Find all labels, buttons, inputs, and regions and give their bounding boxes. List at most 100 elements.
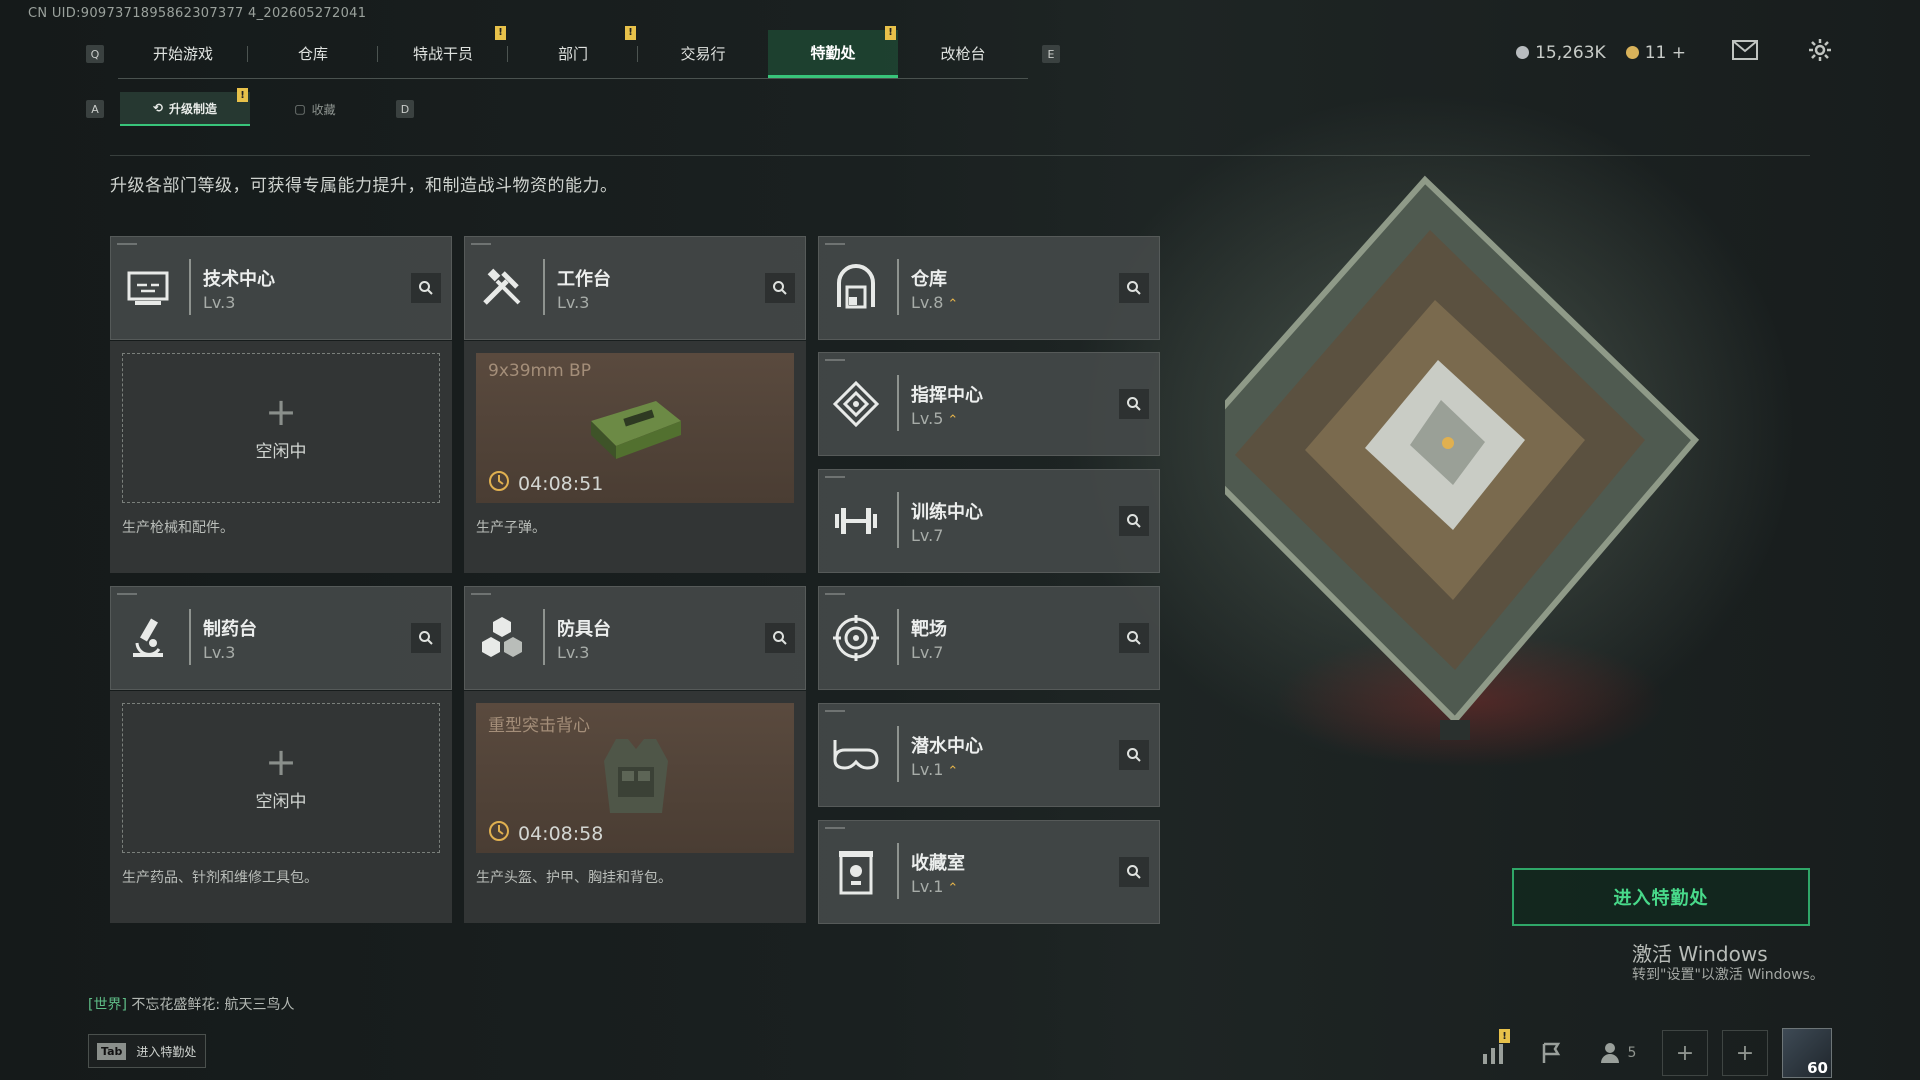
search-icon[interactable] xyxy=(411,273,441,303)
tab-operators[interactable]: 特战干员! xyxy=(378,25,508,78)
card-corner-mark xyxy=(117,593,137,595)
idle-label: 空闲中 xyxy=(255,441,307,462)
production-item[interactable]: 9x39mm BP 04:08:51 xyxy=(476,353,794,503)
dept-card-diving-center[interactable]: 潜水中心 Lv.1 ⌃ xyxy=(818,703,1160,807)
gold-currency[interactable]: 11 + xyxy=(1625,43,1686,63)
idle-label: 空闲中 xyxy=(255,791,307,812)
dept-card-training-center[interactable]: 训练中心 Lv.7 xyxy=(818,469,1160,573)
top-nav: Q 开始游戏 仓库 特战干员! 部门! 交易行 特勤处! 改枪台 E xyxy=(86,25,1060,79)
tab-gunsmith[interactable]: 改枪台 xyxy=(898,30,1028,78)
search-icon[interactable] xyxy=(1119,740,1149,770)
subnav-tabs: ⟲ 升级制造 ! ▢ 收藏 xyxy=(120,88,380,126)
dept-card-collection-room[interactable]: 收藏室 Lv.1 ⌃ xyxy=(818,820,1160,924)
search-icon[interactable] xyxy=(1119,857,1149,887)
card-corner-mark xyxy=(825,710,845,712)
tab-department[interactable]: 部门! xyxy=(508,25,638,78)
tab-special-ops[interactable]: 特勤处! xyxy=(768,25,898,78)
item-name: 9x39mm BP xyxy=(488,361,591,381)
production-slot-armor-bench[interactable]: 重型突击背心 04:08:58 生产头盔、护甲、胸挂和背包。 xyxy=(464,691,806,923)
dept-name: 收藏室 xyxy=(911,853,965,874)
dept-name: 潜水中心 xyxy=(911,736,983,757)
tab-warehouse[interactable]: 仓库 xyxy=(248,30,378,78)
card-divider xyxy=(897,492,899,548)
upgrade-icon: ⟲ xyxy=(152,101,164,115)
card-corner-mark xyxy=(117,243,137,245)
dept-card-pharmacy[interactable]: 制药台 Lv.3 xyxy=(110,586,452,690)
dept-card-storage[interactable]: 仓库 Lv.8 ⌃ xyxy=(818,236,1160,340)
silver-currency: 15,263K xyxy=(1516,43,1606,63)
gold-coin-icon xyxy=(1625,45,1639,59)
nav-tabs: 开始游戏 仓库 特战干员! 部门! 交易行 特勤处! 改枪台 xyxy=(118,25,1028,79)
storage-icon xyxy=(831,263,881,313)
notification-badge: ! xyxy=(1499,1029,1510,1043)
dept-card-shooting-range[interactable]: 靶场 Lv.7 xyxy=(818,586,1160,690)
tab-hint-button[interactable]: Tab 进入特勤处 xyxy=(88,1034,206,1068)
production-item[interactable]: 重型突击背心 04:08:58 xyxy=(476,703,794,853)
facility-cube-illustration xyxy=(1225,175,1700,740)
tab-start-game[interactable]: 开始游戏 xyxy=(118,30,248,78)
search-icon[interactable] xyxy=(1119,506,1149,536)
player-avatar[interactable]: 60 xyxy=(1782,1028,1832,1078)
production-timer: 04:08:51 xyxy=(488,470,603,497)
card-divider xyxy=(897,726,899,782)
chat-message[interactable]: [世界] 不忘花盛鲜花: 航天三鸟人 xyxy=(88,994,295,1014)
dept-card-armor-bench[interactable]: 防具台 Lv.3 xyxy=(464,586,806,690)
upgrade-available-icon: ⌃ xyxy=(947,764,959,779)
subnav-next-key[interactable]: D xyxy=(396,100,414,118)
add-party-slot-icon[interactable]: + xyxy=(1662,1030,1708,1076)
production-slot-tech-center[interactable]: + 空闲中 生产枪械和配件。 xyxy=(110,341,452,573)
dept-card-tech-center[interactable]: 技术中心 Lv.3 xyxy=(110,236,452,340)
search-icon[interactable] xyxy=(1119,623,1149,653)
dept-name: 靶场 xyxy=(911,619,947,640)
dept-level: Lv.1 ⌃ xyxy=(911,760,959,779)
chat-text: 不忘花盛鲜花: 航天三鸟人 xyxy=(131,997,295,1013)
tools-icon xyxy=(477,263,527,313)
idle-slot[interactable]: + 空闲中 xyxy=(122,353,440,503)
production-slot-workbench[interactable]: 9x39mm BP 04:08:51 生产子弹。 xyxy=(464,341,806,573)
flag-icon[interactable] xyxy=(1530,1031,1574,1075)
search-icon[interactable] xyxy=(1119,389,1149,419)
add-party-slot-icon[interactable]: + xyxy=(1722,1030,1768,1076)
card-divider xyxy=(897,609,899,665)
collection-icon: ▢ xyxy=(294,102,306,116)
subnav-prev-key[interactable]: A xyxy=(86,100,104,118)
friends-icon[interactable]: 5 xyxy=(1588,1031,1648,1075)
card-corner-mark xyxy=(825,359,845,361)
dept-name: 训练中心 xyxy=(911,502,983,523)
chat-channel: [世界] xyxy=(88,997,127,1013)
search-icon[interactable] xyxy=(765,623,795,653)
card-divider xyxy=(189,609,191,665)
trophy-icon xyxy=(831,847,881,897)
vest-image xyxy=(604,739,668,813)
search-icon[interactable] xyxy=(411,623,441,653)
dept-card-command-center[interactable]: 指挥中心 Lv.5 ⌃ xyxy=(818,352,1160,456)
notification-badge: ! xyxy=(495,25,506,40)
enter-special-ops-button[interactable]: 进入特勤处 xyxy=(1512,868,1810,926)
dept-level: Lv.5 ⌃ xyxy=(911,409,959,428)
settings-gear-icon[interactable] xyxy=(1808,38,1832,67)
dept-card-workbench[interactable]: 工作台 Lv.3 xyxy=(464,236,806,340)
tab-market[interactable]: 交易行 xyxy=(638,30,768,78)
add-icon: + xyxy=(265,389,297,434)
silver-coin-icon xyxy=(1516,45,1530,59)
tab-upgrade-craft[interactable]: ⟲ 升级制造 ! xyxy=(120,88,250,126)
add-currency-icon[interactable]: + xyxy=(1672,43,1686,63)
tab-collection[interactable]: ▢ 收藏 xyxy=(250,92,380,126)
stats-icon[interactable]: ! xyxy=(1472,1029,1516,1075)
windows-activation-hint: 转到"设置"以激活 Windows。 xyxy=(1632,967,1824,983)
nav-next-key[interactable]: E xyxy=(1042,45,1060,63)
dept-level: Lv.7 xyxy=(911,643,944,662)
dept-level: Lv.3 xyxy=(557,643,590,662)
dept-level: Lv.3 xyxy=(557,293,590,312)
notification-badge: ! xyxy=(885,25,896,40)
search-icon[interactable] xyxy=(765,273,795,303)
nav-prev-key[interactable]: Q xyxy=(86,45,104,63)
mail-icon[interactable] xyxy=(1732,40,1758,65)
production-slot-pharmacy[interactable]: + 空闲中 生产药品、针剂和维修工具包。 xyxy=(110,691,452,923)
card-divider xyxy=(897,259,899,315)
monitor-icon xyxy=(123,263,173,313)
slot-description: 生产药品、针剂和维修工具包。 xyxy=(122,870,318,886)
idle-slot[interactable]: + 空闲中 xyxy=(122,703,440,853)
slot-description: 生产头盔、护甲、胸挂和背包。 xyxy=(476,870,672,886)
search-icon[interactable] xyxy=(1119,273,1149,303)
